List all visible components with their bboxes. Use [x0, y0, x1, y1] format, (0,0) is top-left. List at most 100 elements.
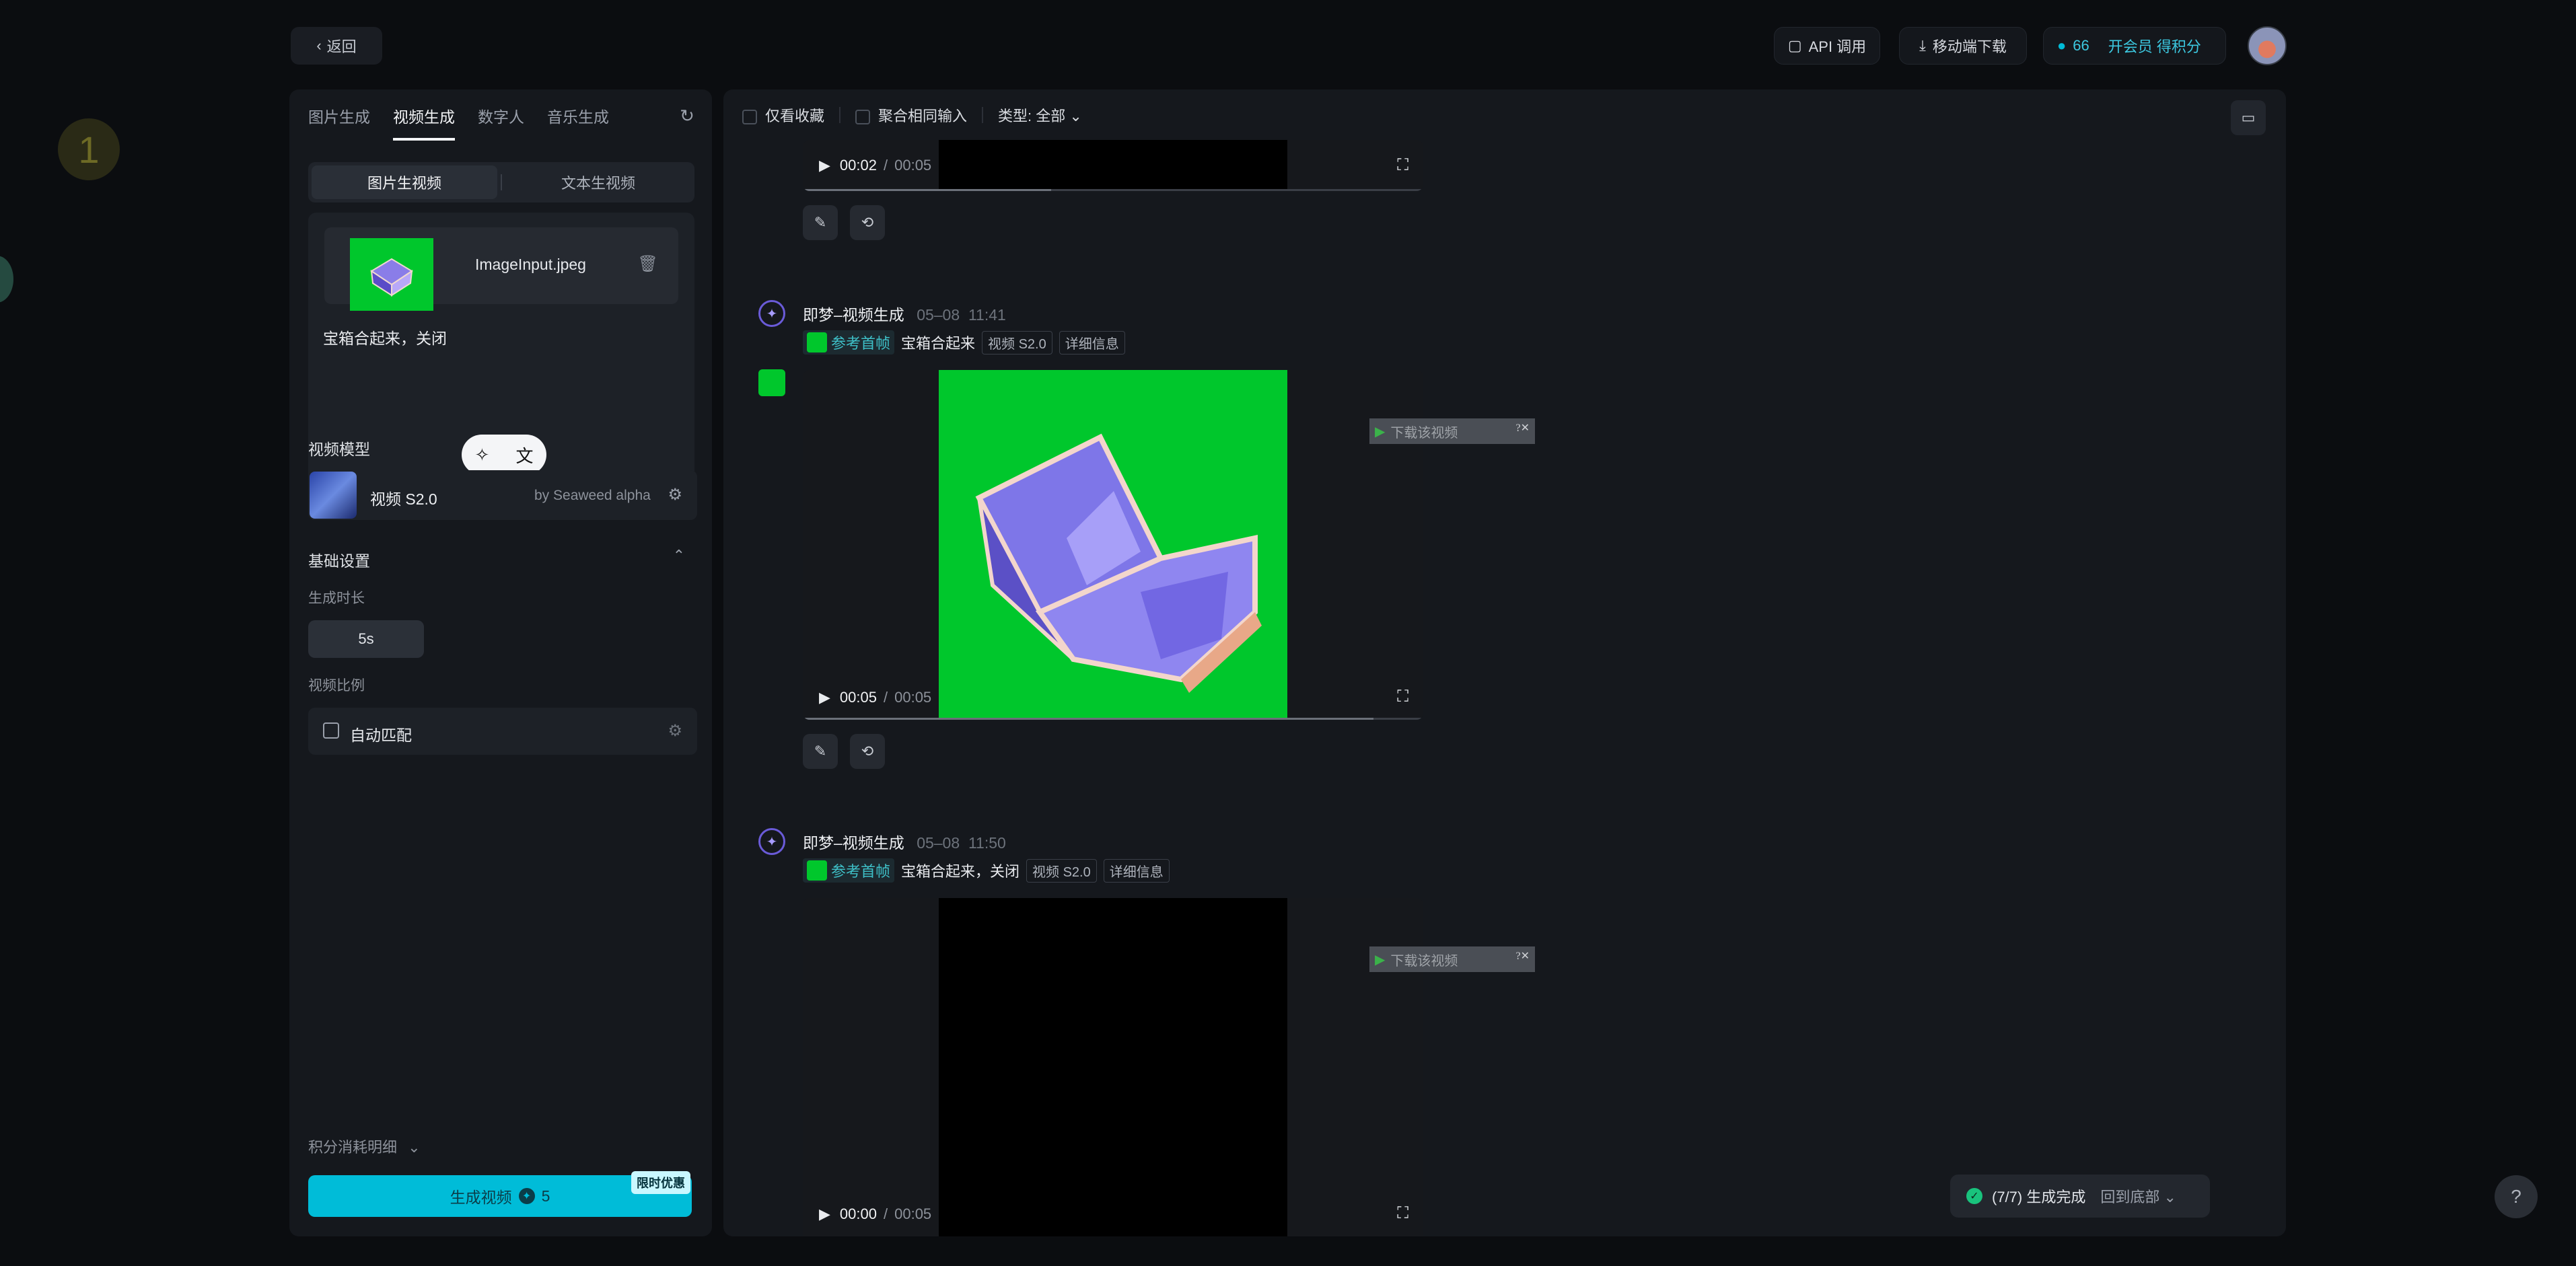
reference-label: 参考首帧: [831, 863, 891, 880]
mobile-download-button[interactable]: ⤓ 移动端下载: [1899, 27, 2027, 65]
divider: [839, 107, 841, 123]
uploaded-image-thumbnail[interactable]: [350, 238, 433, 311]
play-triangle-icon: ▶: [1375, 424, 1386, 439]
item-actions: ✎ ⟲: [803, 734, 885, 769]
generation-status: ✓ (7/7) 生成完成 回到底部 ⌄: [1950, 1175, 2210, 1218]
video-player[interactable]: ▶ 00:00 / 00:05 ⛶: [803, 898, 1423, 1236]
divider: [501, 174, 502, 190]
play-icon[interactable]: ▶: [819, 689, 830, 706]
scroll-to-bottom-link[interactable]: 回到底部 ⌄: [2100, 1185, 2176, 1207]
video-controls: ▶ 00:00 / 00:05 ⛶: [803, 1192, 1423, 1236]
translate-icon[interactable]: 文: [515, 443, 533, 468]
video-player[interactable]: ▶ 00:05 / 00:05 ⛶: [803, 370, 1423, 720]
item-prompt: 宝箱合起来: [901, 335, 976, 352]
model-chip: 视频 S2.0: [1026, 858, 1097, 883]
current-time: 00:00: [839, 1205, 877, 1222]
tab-music[interactable]: 音乐生成: [547, 104, 609, 141]
folder-icon[interactable]: ▭: [2231, 100, 2266, 135]
ratio-selector[interactable]: 自动匹配 ⚙: [308, 708, 697, 755]
prompt-input[interactable]: 宝箱合起来，关闭: [323, 326, 447, 348]
generate-video-button[interactable]: 生成视频 ✦ 5 限时优惠: [308, 1171, 692, 1217]
api-label: API 调用: [1808, 38, 1867, 55]
chevron-down-icon: ⌄: [2163, 1189, 2176, 1205]
reference-thumbnail: [807, 860, 827, 881]
trash-icon[interactable]: 🗑: [638, 254, 658, 274]
item-prompt: 宝箱合起来，关闭: [901, 863, 1020, 880]
tab-video[interactable]: 视频生成: [393, 104, 455, 141]
generation-tabs: 图片生成 视频生成 数字人 音乐生成: [308, 104, 609, 141]
video-progress[interactable]: [803, 718, 1423, 720]
ratio-label: 视频比例: [308, 678, 365, 694]
settings-sliders-icon[interactable]: ⚙: [668, 485, 682, 505]
aggregate-filter[interactable]: 聚合相同输入: [855, 104, 967, 126]
help-button[interactable]: ?: [2495, 1175, 2538, 1218]
generate-label: 生成视频: [450, 1189, 512, 1206]
tab-image[interactable]: 图片生成: [308, 104, 370, 141]
time-separator: /: [883, 689, 888, 706]
download-overlay[interactable]: ▶ 下载该视频 ?✕: [1369, 946, 1535, 972]
side-thumbnail[interactable]: [758, 369, 785, 396]
progress-fill: [803, 718, 1374, 720]
fullscreen-icon[interactable]: ⛶: [1397, 687, 1408, 706]
item-meta: 参考首帧 宝箱合起来 视频 S2.0 详细信息: [803, 330, 1125, 355]
ratio-value: 自动匹配: [350, 727, 412, 744]
back-button[interactable]: ‹ 返回: [291, 27, 382, 65]
close-icon[interactable]: ?✕: [1515, 421, 1530, 435]
play-icon[interactable]: ▶: [819, 1205, 830, 1223]
regenerate-icon[interactable]: ⟲: [850, 734, 885, 769]
reference-frame-tag[interactable]: 参考首帧: [803, 858, 895, 883]
regenerate-icon[interactable]: ⟲: [850, 205, 885, 240]
tab-avatar[interactable]: 数字人: [478, 104, 524, 141]
refresh-icon[interactable]: ↻: [677, 106, 697, 126]
close-icon[interactable]: ?✕: [1515, 949, 1530, 963]
current-time: 00:02: [839, 157, 877, 174]
magic-wand-icon[interactable]: ✧: [475, 445, 490, 466]
model-provider: by Seaweed alpha: [534, 488, 651, 503]
item-meta: 参考首帧 宝箱合起来，关闭 视频 S2.0 详细信息: [803, 858, 1170, 883]
aspect-ratio-icon: [323, 722, 339, 739]
model-section-title: 视频模型: [308, 441, 370, 458]
api-button[interactable]: ▢ API 调用: [1774, 27, 1880, 65]
reference-frame-tag[interactable]: 参考首帧: [803, 330, 895, 355]
brand-icon: ✦: [758, 828, 785, 855]
mode-image-to-video[interactable]: 图片生视频: [312, 165, 497, 199]
decorative-shape: [0, 256, 13, 303]
video-frame: [939, 370, 1287, 720]
coin-icon: ✦: [518, 1188, 535, 1204]
chevron-up-icon[interactable]: ⌃: [673, 547, 685, 564]
fullscreen-icon[interactable]: ⛶: [1397, 1204, 1408, 1223]
chevron-down-icon: ⌄: [408, 1139, 421, 1156]
type-filter-dropdown[interactable]: 类型: 全部 ⌄: [998, 104, 1082, 126]
total-time: 00:05: [894, 157, 932, 174]
play-icon[interactable]: ▶: [819, 157, 830, 174]
detail-info-button[interactable]: 详细信息: [1103, 858, 1170, 883]
edit-icon[interactable]: ✎: [803, 734, 838, 769]
favorites-label: 仅看收藏: [765, 108, 825, 124]
item-date: 05–08: [917, 306, 960, 324]
back-label: 返回: [326, 38, 357, 55]
mobile-label: 移动端下载: [1932, 38, 2007, 55]
duration-5s-button[interactable]: 5s: [308, 620, 424, 658]
fullscreen-icon[interactable]: ⛶: [1397, 156, 1408, 175]
item-time: 11:50: [968, 834, 1006, 852]
item-actions: ✎ ⟲: [803, 205, 885, 240]
video-progress[interactable]: [803, 189, 1423, 191]
checkbox[interactable]: [855, 110, 871, 125]
favorites-filter[interactable]: 仅看收藏: [742, 104, 824, 126]
avatar[interactable]: [2248, 26, 2287, 65]
reference-thumbnail: [807, 332, 827, 352]
settings-sliders-icon[interactable]: ⚙: [668, 721, 682, 741]
video-frame: [939, 898, 1287, 1236]
download-overlay[interactable]: ▶ 下载该视频 ?✕: [1369, 418, 1535, 444]
model-selector[interactable]: 视频 S2.0 by Seaweed alpha ⚙: [308, 470, 697, 520]
points-member-button[interactable]: ● 66 开会员 得积分: [2043, 27, 2226, 65]
checkbox[interactable]: [742, 110, 757, 125]
cost-detail-toggle[interactable]: 积分消耗明细 ⌄: [308, 1135, 421, 1157]
edit-icon[interactable]: ✎: [803, 205, 838, 240]
mode-text-to-video[interactable]: 文本生视频: [505, 165, 691, 199]
video-player[interactable]: ▶ 00:02 / 00:05 ⛶: [803, 140, 1423, 191]
chat-icon: ▢: [1787, 37, 1802, 54]
detail-info-button[interactable]: 详细信息: [1059, 330, 1125, 355]
points-value: 66: [2073, 37, 2089, 54]
current-time: 00:05: [839, 689, 877, 706]
